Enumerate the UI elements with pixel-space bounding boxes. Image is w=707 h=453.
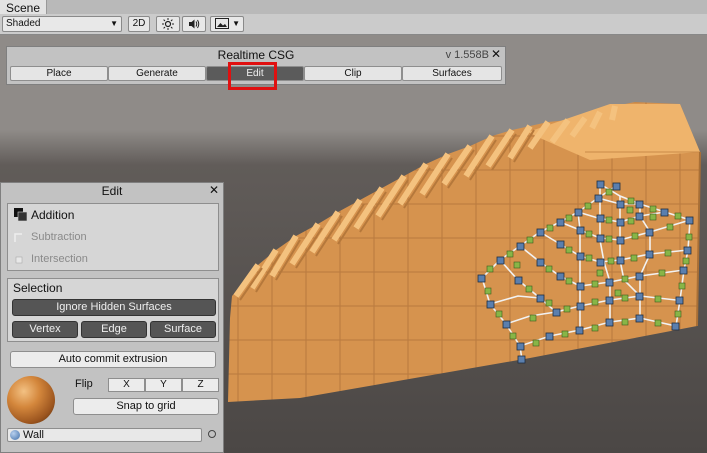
selection-vertex-button[interactable]: Vertex xyxy=(12,321,78,338)
operation-label: Intersection xyxy=(31,253,88,265)
mode-generate-button[interactable]: Generate xyxy=(108,66,206,81)
selection-edge-button[interactable]: Edge xyxy=(81,321,147,338)
operation-subtraction[interactable]: Subtraction xyxy=(14,229,87,245)
scene-toolbar: Shaded ▼ 2D ▼ xyxy=(0,14,707,35)
dropdown-arrow-icon: ▼ xyxy=(232,19,240,28)
material-preview[interactable] xyxy=(7,376,55,424)
operation-intersection[interactable]: Intersection xyxy=(14,251,88,267)
shading-mode-label: Shaded xyxy=(6,18,41,29)
operation-label: Subtraction xyxy=(31,231,87,243)
intersection-icon xyxy=(14,254,24,264)
flip-x-button[interactable]: X xyxy=(108,378,145,392)
selection-label: Selection xyxy=(13,281,63,295)
addition-icon xyxy=(14,208,28,222)
snap-to-grid-button[interactable]: Snap to grid xyxy=(73,398,219,415)
material-icon xyxy=(10,430,20,440)
effects-dropdown[interactable]: ▼ xyxy=(210,16,244,32)
sun-icon xyxy=(162,18,174,30)
ignore-hidden-surfaces-toggle[interactable]: Ignore Hidden Surfaces xyxy=(12,299,216,316)
flip-y-button[interactable]: Y xyxy=(145,378,182,392)
audio-toggle[interactable] xyxy=(182,16,206,32)
mode-surfaces-button[interactable]: Surfaces xyxy=(402,66,502,81)
auto-commit-extrusion-button[interactable]: Auto commit extrusion xyxy=(10,351,216,368)
operation-label: Addition xyxy=(31,208,75,222)
operation-addition[interactable]: Addition xyxy=(14,207,74,223)
selection-group: Selection Ignore Hidden Surfaces Vertex … xyxy=(7,278,219,342)
subtraction-icon xyxy=(14,232,24,242)
dropdown-arrow-icon: ▼ xyxy=(110,19,118,28)
staircase-brush[interactable] xyxy=(228,102,701,402)
edit-panel: Edit ✕ Addition Subtraction Intersection… xyxy=(0,182,224,453)
close-icon[interactable]: ✕ xyxy=(209,183,219,198)
edit-button-highlight xyxy=(228,62,277,90)
close-icon[interactable]: ✕ xyxy=(491,47,501,62)
image-icon xyxy=(215,18,229,29)
csg-version: v 1.558B xyxy=(445,49,489,61)
selection-surface-button[interactable]: Surface xyxy=(150,321,216,338)
operation-group: Addition Subtraction Intersection xyxy=(7,203,219,271)
object-picker-icon[interactable] xyxy=(208,430,216,438)
flip-z-button[interactable]: Z xyxy=(182,378,219,392)
flip-label: Flip xyxy=(75,378,93,390)
shading-mode-dropdown[interactable]: Shaded ▼ xyxy=(2,16,122,32)
edit-panel-title: Edit xyxy=(101,184,123,198)
mode-place-button[interactable]: Place xyxy=(10,66,108,81)
mode-2d-toggle[interactable]: 2D xyxy=(128,16,150,32)
speaker-icon xyxy=(189,19,200,29)
material-field[interactable]: Wall xyxy=(7,428,202,442)
material-name: Wall xyxy=(23,429,44,441)
mode-clip-button[interactable]: Clip xyxy=(304,66,402,81)
lighting-toggle[interactable] xyxy=(156,16,180,32)
csg-panel-title: Realtime CSG xyxy=(217,48,295,62)
